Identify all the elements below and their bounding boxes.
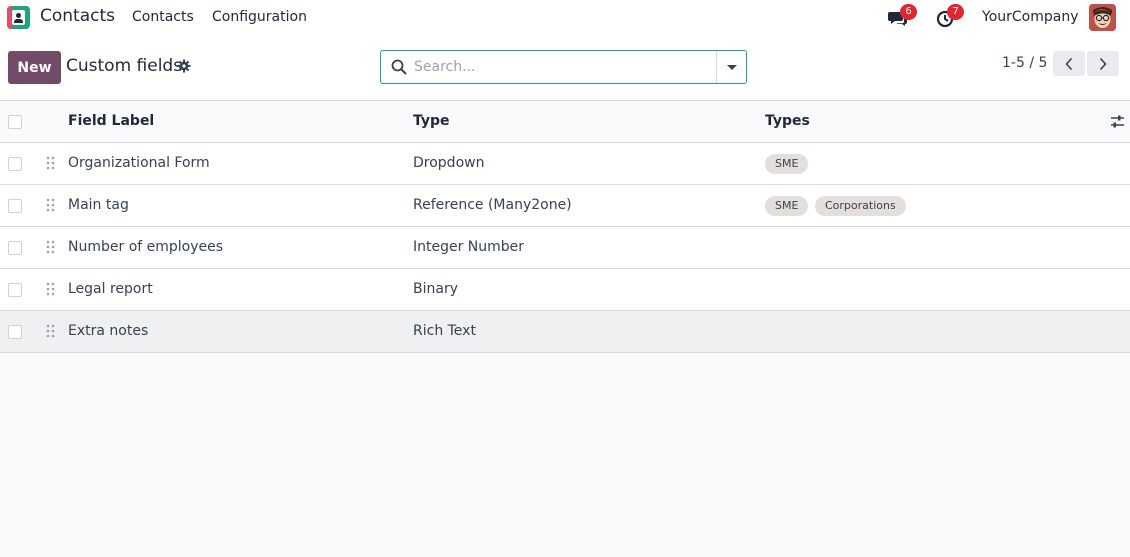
drag-handle-icon[interactable]	[46, 198, 55, 212]
search-options-toggle[interactable]	[717, 51, 747, 83]
table-row[interactable]: Main tag Reference (Many2one) SME Corpor…	[0, 185, 1130, 227]
drag-handle-icon[interactable]	[46, 240, 55, 254]
table-row[interactable]: Extra notes Rich Text	[0, 311, 1130, 353]
row-checkbox[interactable]	[8, 199, 22, 213]
drag-handle-icon[interactable]	[46, 282, 55, 296]
app-name[interactable]: Contacts	[40, 6, 115, 26]
type-cell: Reference (Many2one)	[413, 197, 572, 213]
new-button[interactable]: New	[8, 51, 61, 84]
field-label-cell: Extra notes	[68, 323, 149, 339]
control-panel: New Custom fields 1-5 / 5	[0, 35, 1130, 101]
row-checkbox[interactable]	[8, 325, 22, 339]
pager-next-button[interactable]	[1087, 51, 1119, 76]
menu-configuration[interactable]: Configuration	[212, 9, 307, 25]
messages-button[interactable]: 6	[888, 4, 917, 28]
type-tag: SME	[765, 196, 809, 216]
drag-handle-icon[interactable]	[46, 156, 55, 170]
search-icon	[391, 59, 407, 75]
type-cell: Binary	[413, 281, 458, 297]
contacts-app-icon[interactable]	[7, 6, 30, 29]
select-all-checkbox[interactable]	[8, 115, 22, 129]
row-checkbox[interactable]	[8, 157, 22, 171]
menu-contacts[interactable]: Contacts	[132, 9, 194, 25]
column-header-type[interactable]: Type	[413, 113, 450, 129]
column-header-field-label[interactable]: Field Label	[68, 113, 154, 129]
field-label-cell: Main tag	[68, 197, 129, 213]
search-bar	[380, 50, 747, 84]
activities-button[interactable]: 7	[935, 4, 964, 28]
row-checkbox[interactable]	[8, 283, 22, 297]
search-input[interactable]	[414, 57, 704, 77]
pager-value[interactable]: 1-5 / 5	[1002, 55, 1047, 71]
gear-icon[interactable]	[177, 59, 191, 73]
user-avatar[interactable]	[1089, 4, 1116, 31]
type-tag: Corporations	[815, 196, 906, 216]
row-checkbox[interactable]	[8, 241, 22, 255]
field-label-cell: Organizational Form	[68, 155, 210, 171]
table-row[interactable]: Number of employees Integer Number	[0, 227, 1130, 269]
pager-previous-button[interactable]	[1053, 51, 1085, 76]
activities-badge: 7	[947, 4, 964, 20]
type-cell: Rich Text	[413, 323, 476, 339]
chevron-right-icon	[1099, 57, 1107, 70]
company-switcher[interactable]: YourCompany	[982, 9, 1079, 25]
drag-handle-icon[interactable]	[46, 324, 55, 338]
page-title: Custom fields	[66, 56, 183, 76]
top-navbar: Contacts Contacts Configuration 6 7 Your…	[0, 0, 1130, 35]
user-face-icon	[1089, 4, 1116, 31]
caret-down-icon	[727, 64, 737, 70]
chevron-left-icon	[1065, 57, 1073, 70]
table-row[interactable]: Organizational Form Dropdown SME	[0, 143, 1130, 185]
column-settings-icon[interactable]	[1110, 114, 1125, 129]
field-label-cell: Number of employees	[68, 239, 224, 255]
type-cell: Dropdown	[413, 155, 485, 171]
type-tag: SME	[765, 154, 809, 174]
table-header: Field Label Type Types	[0, 101, 1130, 143]
type-cell: Integer Number	[413, 239, 525, 255]
column-header-types[interactable]: Types	[765, 113, 810, 129]
field-label-cell: Legal report	[68, 281, 153, 297]
table-row[interactable]: Legal report Binary	[0, 269, 1130, 311]
messages-badge: 6	[900, 4, 917, 20]
